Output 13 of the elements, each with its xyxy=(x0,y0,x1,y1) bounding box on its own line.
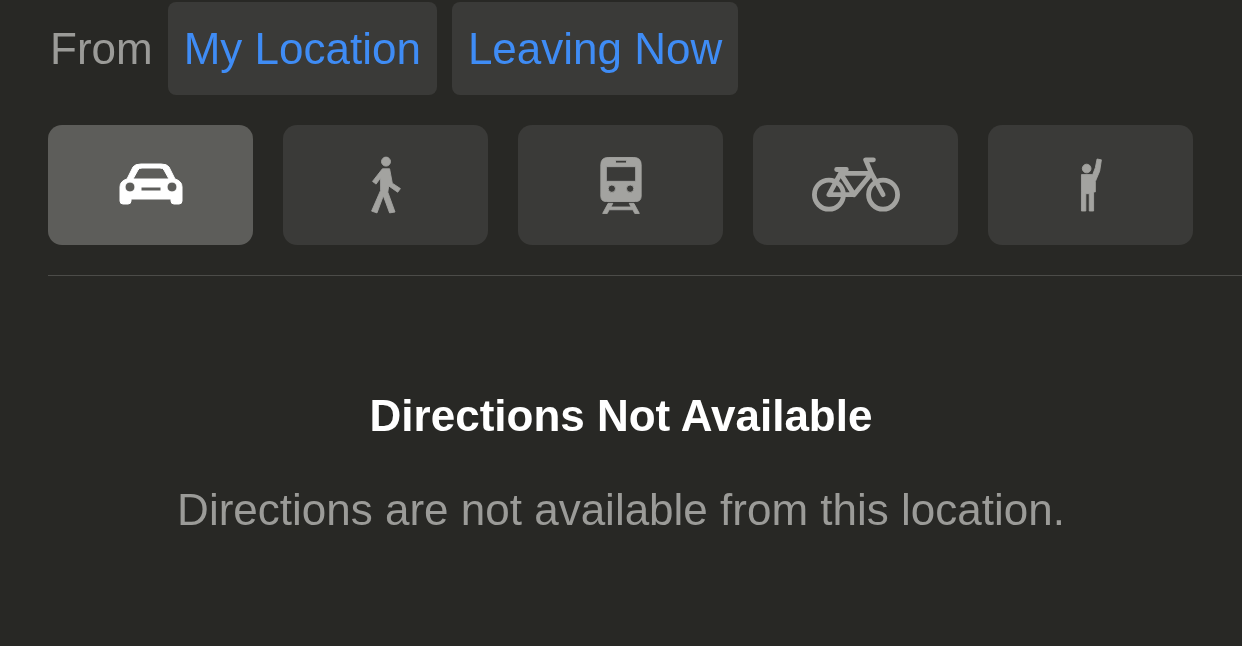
origin-button[interactable]: My Location xyxy=(167,2,437,95)
transport-mode-tab[interactable] xyxy=(753,125,958,245)
transport-mode-tab[interactable] xyxy=(988,125,1193,245)
transport-mode-tab[interactable] xyxy=(283,125,488,245)
transport-mode-tab[interactable] xyxy=(518,125,723,245)
message-title: Directions Not Available xyxy=(369,391,873,441)
bicycle-icon xyxy=(810,156,901,214)
train-icon xyxy=(598,154,643,216)
time-button[interactable]: Leaving Now xyxy=(451,2,739,95)
from-label: From xyxy=(50,23,153,74)
transport-mode-tab[interactable] xyxy=(48,125,253,245)
message-text: Directions are not available from this location. xyxy=(177,485,1065,535)
car-icon xyxy=(118,163,183,207)
